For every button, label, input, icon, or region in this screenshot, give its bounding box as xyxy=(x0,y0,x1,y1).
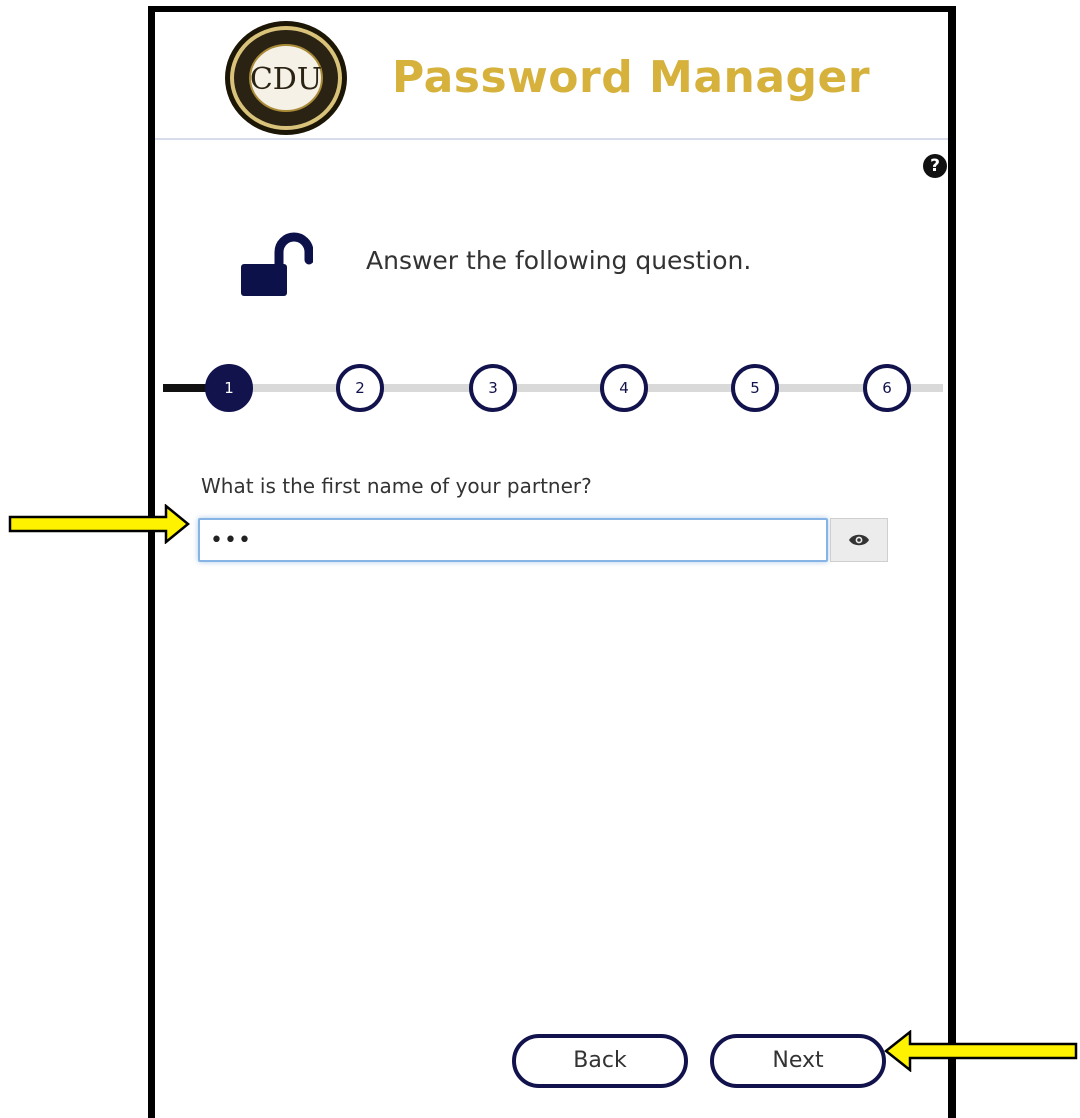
answer-input[interactable] xyxy=(198,518,828,562)
app-header: CDU Password Manager xyxy=(155,12,948,140)
step-6: 6 xyxy=(863,364,911,412)
step-5: 5 xyxy=(731,364,779,412)
stepper-track xyxy=(163,384,943,392)
arrow-right-icon xyxy=(8,504,190,544)
question-label: What is the first name of your partner? xyxy=(201,474,592,498)
back-button[interactable]: Back xyxy=(512,1034,688,1088)
app-window: CDU Password Manager ? Answer the follow… xyxy=(148,6,956,1118)
step-1: 1 xyxy=(205,364,253,412)
help-icon[interactable]: ? xyxy=(923,154,947,178)
step-4: 4 xyxy=(600,364,648,412)
step-2: 2 xyxy=(336,364,384,412)
arrow-left-icon xyxy=(884,1030,1078,1072)
step-3: 3 xyxy=(469,364,517,412)
cdu-logo: CDU xyxy=(225,21,347,135)
progress-stepper: 1 2 3 4 5 6 xyxy=(163,362,943,422)
reveal-answer-button[interactable] xyxy=(830,518,888,562)
next-button[interactable]: Next xyxy=(710,1034,886,1088)
eye-icon xyxy=(849,534,869,546)
unlock-icon xyxy=(241,232,313,296)
logo-text: CDU xyxy=(250,62,322,97)
app-title: Password Manager xyxy=(392,52,871,103)
prompt-text: Answer the following question. xyxy=(366,246,752,275)
